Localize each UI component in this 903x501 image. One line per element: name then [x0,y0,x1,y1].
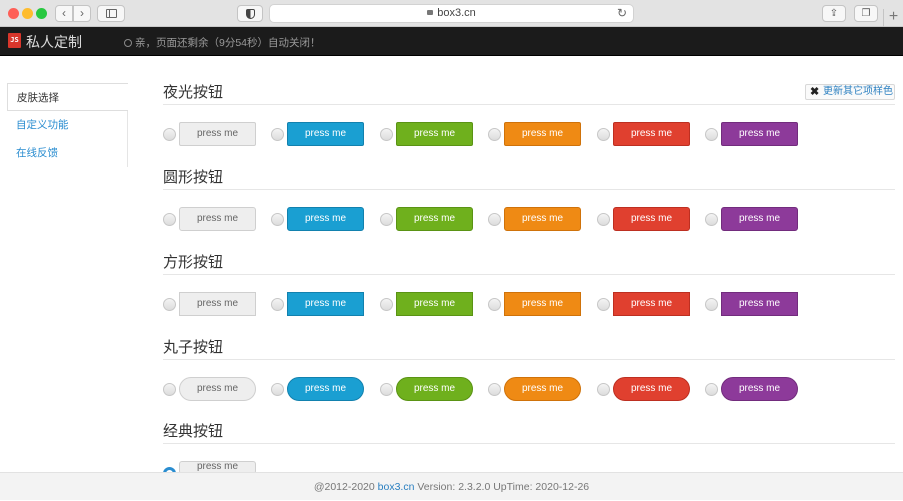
app-header: JS 私人定制 亲，页面还剩余（9分54秒）自动关闭！ [0,27,903,56]
sidebar-item-skin[interactable]: 皮肤选择 [7,83,128,111]
press-me-button-white[interactable]: press me [179,122,256,146]
press-me-button-blue[interactable]: press me [287,122,364,146]
style-radio[interactable] [380,213,393,226]
press-me-button-orange[interactable]: press me [504,292,581,316]
press-me-button-blue[interactable]: press me [287,377,364,401]
press-me-button-red[interactable]: press me [613,292,690,316]
style-radio[interactable] [597,128,610,141]
press-me-button-white[interactable]: press me [179,377,256,401]
section-title: 夜光按钮 [163,84,224,101]
section-divider [163,359,895,360]
section-title: 经典按钮 [163,423,224,440]
close-icon: ✖ [810,86,820,98]
press-me-button-green[interactable]: press me [396,377,473,401]
style-radio[interactable] [271,383,284,396]
press-me-button-green[interactable]: press me [396,207,473,231]
app-title: 私人定制 [26,34,82,50]
style-radio[interactable] [488,383,501,396]
url-text: box3.cn [437,7,476,19]
page-footer: @2012-2020 box3.cn Version: 2.3.2.0 UpTi… [0,472,903,500]
press-me-button-red[interactable]: press me [613,207,690,231]
sidebar-item-custom[interactable]: 自定义功能 [7,111,128,139]
section-divider [163,189,895,190]
style-radio[interactable] [163,128,176,141]
new-tab-icon[interactable]: + [883,9,903,27]
zoom-window-button[interactable] [36,8,47,19]
style-radio[interactable] [488,128,501,141]
style-radio[interactable] [163,383,176,396]
style-radio[interactable] [705,128,718,141]
style-radio[interactable] [163,298,176,311]
press-me-button-green[interactable]: press me [396,122,473,146]
sidebar-toggle-icon[interactable] [97,5,125,22]
logo-icon: JS [8,33,21,48]
tab-overview-icon[interactable]: ❐ [854,5,878,22]
style-radio[interactable] [163,213,176,226]
style-radio[interactable] [380,298,393,311]
press-me-button-blue[interactable]: press me [287,292,364,316]
sidebar-item-feedback[interactable]: 在线反馈 [7,139,128,167]
forward-icon[interactable]: › [73,5,91,22]
section-title: 圆形按钮 [163,169,224,186]
address-bar[interactable]: box3.cn ↻ [269,4,634,23]
style-radio[interactable] [597,213,610,226]
section-title: 丸子按钮 [163,339,224,356]
share-icon[interactable]: ⇪ [822,5,846,22]
reload-icon[interactable]: ↻ [617,5,627,22]
style-radio[interactable] [597,298,610,311]
press-me-button-white[interactable]: press me [179,292,256,316]
browser-toolbar: ‹ › box3.cn ↻ ⇪ ❐ + [0,0,903,27]
privacy-shield-icon[interactable] [237,5,263,22]
back-icon[interactable]: ‹ [55,5,73,22]
style-radio[interactable] [380,383,393,396]
section-divider [163,443,895,444]
clock-icon [124,39,132,47]
style-radio[interactable] [705,298,718,311]
countdown-notice: 亲，页面还剩余（9分54秒）自动关闭！ [124,35,321,50]
style-radio[interactable] [488,298,501,311]
style-radio[interactable] [597,383,610,396]
press-me-button-red[interactable]: press me [613,377,690,401]
press-me-button-green[interactable]: press me [396,292,473,316]
style-radio[interactable] [488,213,501,226]
section-title: 方形按钮 [163,254,224,271]
footer-brand-link[interactable]: box3.cn [378,481,415,493]
close-window-button[interactable] [8,8,19,19]
section-divider [163,274,895,275]
press-me-button-orange[interactable]: press me [504,122,581,146]
section-divider [163,104,895,105]
press-me-button-purple[interactable]: press me [721,377,798,401]
side-nav: 皮肤选择 自定义功能 在线反馈 [7,83,128,167]
press-me-button-red[interactable]: press me [613,122,690,146]
press-me-button-purple[interactable]: press me [721,292,798,316]
style-radio[interactable] [271,128,284,141]
lock-icon [427,9,434,15]
press-me-button-purple[interactable]: press me [721,207,798,231]
style-radio[interactable] [705,213,718,226]
press-me-button-blue[interactable]: press me [287,207,364,231]
update-styles-button[interactable]: ✖ 更新其它项样色 [805,84,895,100]
press-me-button-orange[interactable]: press me [504,207,581,231]
style-radio[interactable] [380,128,393,141]
press-me-button-purple[interactable]: press me [721,122,798,146]
style-radio[interactable] [271,298,284,311]
minimize-window-button[interactable] [22,8,33,19]
press-me-button-orange[interactable]: press me [504,377,581,401]
style-radio[interactable] [271,213,284,226]
style-radio[interactable] [705,383,718,396]
press-me-button-white[interactable]: press me [179,207,256,231]
